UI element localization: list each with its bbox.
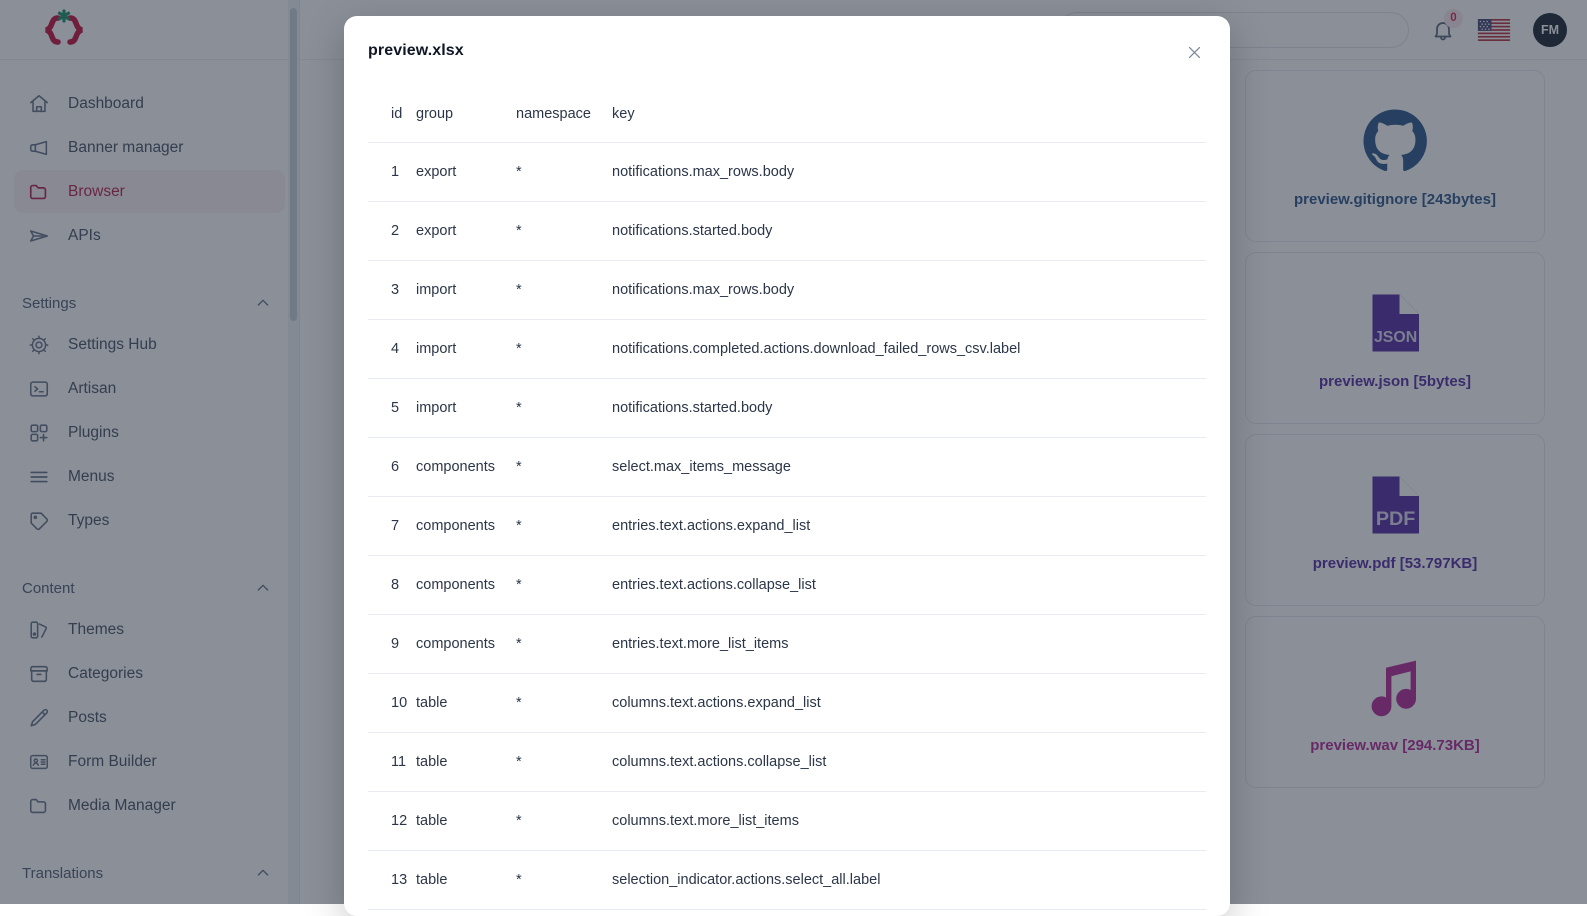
modal-body: id group namespace key 1 export * notifi… (344, 88, 1230, 916)
table-row[interactable]: 3 import * notifications.max_rows.body (368, 261, 1206, 320)
modal-header: preview.xlsx (344, 16, 1230, 88)
table-header-row: id group namespace key (368, 88, 1206, 143)
cell-namespace: * (516, 143, 612, 202)
column-header-group[interactable]: group (416, 88, 516, 143)
cell-namespace: * (516, 556, 612, 615)
close-button[interactable] (1180, 38, 1208, 66)
cell-namespace: * (516, 202, 612, 261)
cell-id: 13 (368, 851, 416, 910)
cell-id: 12 (368, 792, 416, 851)
cell-key: notifications.max_rows.body (612, 261, 1206, 320)
cell-group: import (416, 379, 516, 438)
table-row[interactable]: 5 import * notifications.started.body (368, 379, 1206, 438)
cell-id: 1 (368, 143, 416, 202)
table-row[interactable]: 9 components * entries.text.more_list_it… (368, 615, 1206, 674)
cell-namespace: * (516, 851, 612, 910)
cell-id: 4 (368, 320, 416, 379)
cell-group: import (416, 320, 516, 379)
preview-table: id group namespace key 1 export * notifi… (368, 88, 1206, 910)
cell-group: components (416, 615, 516, 674)
cell-key: entries.text.actions.expand_list (612, 497, 1206, 556)
cell-id: 9 (368, 615, 416, 674)
cell-id: 2 (368, 202, 416, 261)
cell-key: notifications.started.body (612, 379, 1206, 438)
cell-group: table (416, 674, 516, 733)
cell-group: table (416, 792, 516, 851)
cell-group: export (416, 202, 516, 261)
table-row[interactable]: 13 table * selection_indicator.actions.s… (368, 851, 1206, 910)
cell-key: select.max_items_message (612, 438, 1206, 497)
cell-group: components (416, 556, 516, 615)
cell-namespace: * (516, 438, 612, 497)
cell-key: columns.text.actions.collapse_list (612, 733, 1206, 792)
cell-id: 6 (368, 438, 416, 497)
table-row[interactable]: 4 import * notifications.completed.actio… (368, 320, 1206, 379)
cell-group: components (416, 497, 516, 556)
table-row[interactable]: 10 table * columns.text.actions.expand_l… (368, 674, 1206, 733)
close-icon (1186, 44, 1203, 61)
cell-namespace: * (516, 379, 612, 438)
column-header-key[interactable]: key (612, 88, 1206, 143)
cell-id: 10 (368, 674, 416, 733)
cell-group: components (416, 438, 516, 497)
cell-key: columns.text.actions.expand_list (612, 674, 1206, 733)
cell-group: table (416, 851, 516, 910)
preview-table-body: 1 export * notifications.max_rows.body 2… (368, 143, 1206, 910)
cell-namespace: * (516, 320, 612, 379)
modal-title: preview.xlsx (368, 42, 1200, 60)
cell-key: notifications.started.body (612, 202, 1206, 261)
cell-key: entries.text.actions.collapse_list (612, 556, 1206, 615)
file-preview-modal: preview.xlsx id group namespace key 1 (344, 16, 1230, 916)
cell-key: notifications.max_rows.body (612, 143, 1206, 202)
cell-id: 11 (368, 733, 416, 792)
cell-key: selection_indicator.actions.select_all.l… (612, 851, 1206, 910)
cell-group: table (416, 733, 516, 792)
table-row[interactable]: 12 table * columns.text.more_list_items (368, 792, 1206, 851)
table-row[interactable]: 7 components * entries.text.actions.expa… (368, 497, 1206, 556)
cell-namespace: * (516, 792, 612, 851)
preview-table-head: id group namespace key (368, 88, 1206, 143)
cell-id: 8 (368, 556, 416, 615)
cell-namespace: * (516, 674, 612, 733)
column-header-id[interactable]: id (368, 88, 416, 143)
cell-namespace: * (516, 261, 612, 320)
cell-id: 7 (368, 497, 416, 556)
cell-id: 5 (368, 379, 416, 438)
cell-namespace: * (516, 497, 612, 556)
table-row[interactable]: 2 export * notifications.started.body (368, 202, 1206, 261)
table-row[interactable]: 11 table * columns.text.actions.collapse… (368, 733, 1206, 792)
cell-namespace: * (516, 615, 612, 674)
column-header-namespace[interactable]: namespace (516, 88, 612, 143)
cell-key: notifications.completed.actions.download… (612, 320, 1206, 379)
cell-key: entries.text.more_list_items (612, 615, 1206, 674)
cell-key: columns.text.more_list_items (612, 792, 1206, 851)
table-row[interactable]: 8 components * entries.text.actions.coll… (368, 556, 1206, 615)
cell-group: import (416, 261, 516, 320)
table-row[interactable]: 1 export * notifications.max_rows.body (368, 143, 1206, 202)
cell-id: 3 (368, 261, 416, 320)
cell-namespace: * (516, 733, 612, 792)
table-row[interactable]: 6 components * select.max_items_message (368, 438, 1206, 497)
cell-group: export (416, 143, 516, 202)
